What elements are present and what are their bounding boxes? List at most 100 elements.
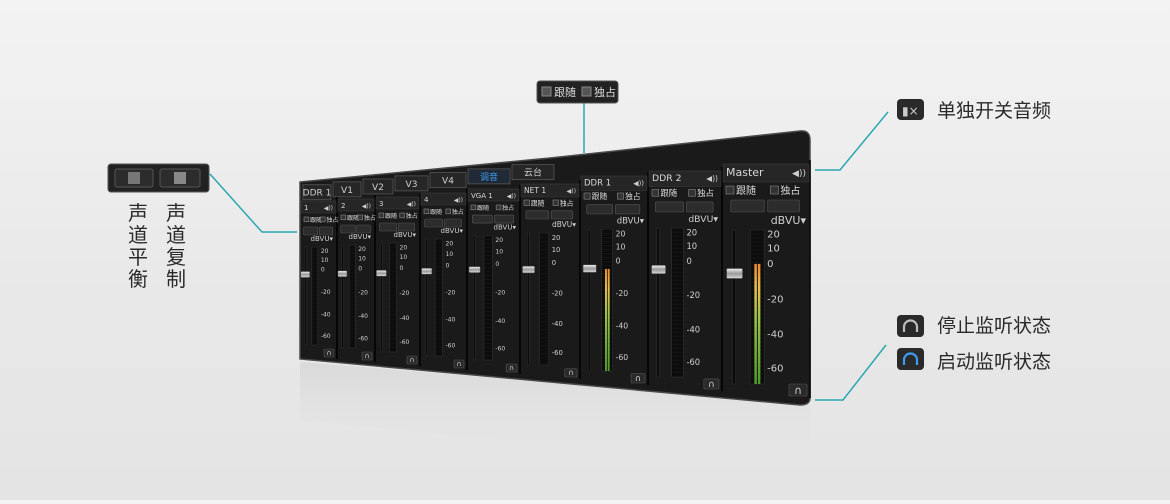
exclusive-checkbox[interactable] <box>552 199 559 206</box>
fader-knob[interactable] <box>468 266 481 273</box>
line-monitor <box>815 344 887 401</box>
exclusive-checkbox[interactable] <box>357 214 363 221</box>
balance-button[interactable] <box>340 224 356 234</box>
meter-unit-label: dBVU▾ <box>688 214 718 225</box>
follow-checkbox[interactable] <box>725 185 735 195</box>
tab-label: DDR 1 <box>303 189 332 199</box>
balance-button[interactable] <box>424 218 443 228</box>
headphone-icon: ∩ <box>409 356 414 364</box>
scale-label: -60 <box>400 339 410 346</box>
copy-button[interactable] <box>494 214 514 224</box>
fader-track <box>380 242 383 353</box>
meter-fill-left <box>605 268 607 371</box>
fader-knob[interactable] <box>337 270 348 277</box>
meter-unit-label: dBVU▾ <box>311 235 334 243</box>
follow-checkbox[interactable] <box>651 189 660 197</box>
scale-label: -20 <box>767 294 783 305</box>
copy-button[interactable] <box>686 201 714 213</box>
speaker-icon[interactable]: ◀)) <box>633 179 644 187</box>
scale-label: -20 <box>686 290 700 300</box>
follow-checkbox[interactable] <box>340 214 347 221</box>
follow-label: 跟随 <box>477 204 489 212</box>
meter-fill-left <box>754 263 757 384</box>
follow-label: 跟随 <box>347 214 359 222</box>
fader-knob[interactable] <box>651 265 666 274</box>
copy-caption-char: 声 <box>166 201 186 225</box>
copy-caption-char: 制 <box>166 267 186 291</box>
mute-toggle-caption: 单独开关音频 <box>937 100 1051 122</box>
exclusive-checkbox[interactable] <box>770 185 779 195</box>
tab-label: V4 <box>442 177 454 187</box>
follow-checkbox[interactable] <box>423 208 430 215</box>
exclusive-label: 独占 <box>406 212 418 220</box>
follow-checkbox[interactable] <box>583 192 591 200</box>
balance-caption-char: 平 <box>128 245 148 269</box>
exclusive-checkbox[interactable] <box>581 86 592 97</box>
copy-button[interactable] <box>550 210 574 220</box>
meter-unit-label: dBVU▾ <box>552 220 576 229</box>
stop-monitor-badge <box>897 315 924 337</box>
meter-unit-label: dBVU▾ <box>771 214 807 227</box>
headphone-icon: ∩ <box>456 360 461 368</box>
fader-knob[interactable] <box>522 265 535 274</box>
follow-checkbox[interactable] <box>303 216 310 223</box>
channel-name: VGA 1 <box>471 192 493 200</box>
exclusive-checkbox[interactable] <box>495 204 502 211</box>
balance-button[interactable] <box>471 214 493 224</box>
headphone-icon: ∩ <box>364 352 369 360</box>
meter-unit-label: dBVU▾ <box>441 227 464 235</box>
balance-button[interactable] <box>586 204 613 215</box>
scale-label: 10 <box>686 241 697 251</box>
speaker-icon[interactable]: ◀)) <box>324 205 333 212</box>
fader-knob[interactable] <box>726 268 743 279</box>
balance-button[interactable] <box>730 199 765 213</box>
exclusive-checkbox[interactable] <box>617 192 624 200</box>
exclusive-checkbox[interactable] <box>399 212 405 219</box>
speaker-icon[interactable]: ◀)) <box>792 169 806 179</box>
balance-button[interactable] <box>303 226 319 236</box>
exclusive-checkbox[interactable] <box>445 208 451 215</box>
speaker-icon[interactable]: ◀)) <box>706 174 718 183</box>
fader-track <box>304 246 307 346</box>
balance-button[interactable] <box>525 210 550 220</box>
channel-name: NET 1 <box>524 186 546 195</box>
scale-label: -40 <box>446 317 456 324</box>
speaker-icon[interactable]: ◀)) <box>567 188 577 195</box>
fader-knob[interactable] <box>300 271 311 278</box>
balance-button[interactable] <box>655 201 684 213</box>
exclusive-checkbox[interactable] <box>688 189 696 197</box>
follow-checkbox[interactable] <box>541 86 552 97</box>
speaker-icon[interactable]: ◀)) <box>507 193 516 200</box>
balance-button[interactable] <box>379 222 397 232</box>
follow-checkbox[interactable] <box>378 212 385 219</box>
copy-button[interactable] <box>398 222 415 232</box>
scale-label: -20 <box>358 289 368 296</box>
speaker-icon[interactable]: ◀)) <box>362 203 371 210</box>
scale-label: 0 <box>446 263 450 270</box>
scale-label: -20 <box>616 289 629 298</box>
follow-label: 跟随 <box>554 85 576 99</box>
exclusive-label: 独占 <box>697 188 714 198</box>
copy-button[interactable] <box>318 226 333 236</box>
copy-button[interactable] <box>767 199 800 213</box>
scale-label: 0 <box>552 259 556 267</box>
fader-knob[interactable] <box>582 264 597 273</box>
level-meter <box>348 244 356 349</box>
fader-knob[interactable] <box>376 270 387 277</box>
copy-button[interactable] <box>444 218 462 228</box>
speaker-icon[interactable]: ◀)) <box>454 197 463 204</box>
copy-button[interactable] <box>356 224 371 234</box>
copy-button[interactable] <box>615 204 641 215</box>
scale-label: -60 <box>552 349 563 357</box>
scale-label: 20 <box>400 244 408 251</box>
follow-checkbox[interactable] <box>523 199 530 206</box>
speaker-icon[interactable]: ◀)) <box>407 201 416 208</box>
scale-label: 0 <box>321 267 325 274</box>
exclusive-label: 独占 <box>364 214 376 222</box>
right-callouts: ▮× 单独开关音频 停止监听状态 启动监听状态 <box>897 99 1051 373</box>
exclusive-checkbox[interactable] <box>320 216 326 223</box>
follow-checkbox[interactable] <box>470 204 477 211</box>
fader-knob[interactable] <box>421 268 433 275</box>
scale-label: -60 <box>446 342 456 349</box>
stop-monitor-caption: 停止监听状态 <box>937 315 1051 337</box>
